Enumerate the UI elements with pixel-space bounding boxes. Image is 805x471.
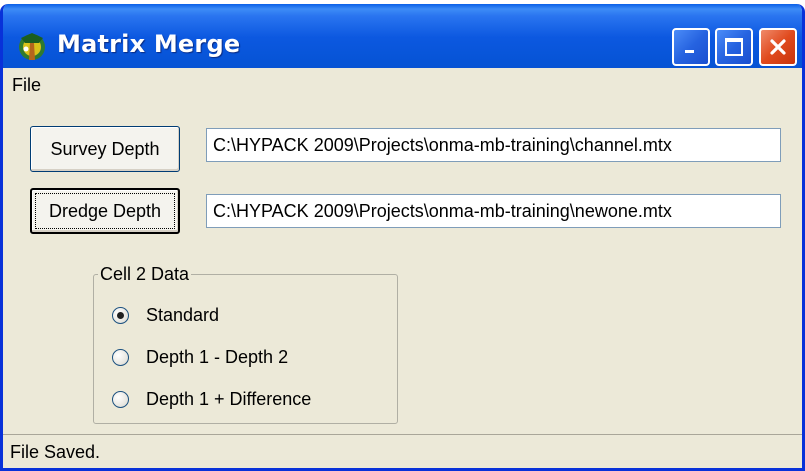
group-title: Cell 2 Data — [98, 264, 192, 285]
minimize-icon — [685, 50, 694, 53]
matrix-merge-window: Matrix Merge File Survey Depth C:\HYPACK… — [0, 4, 805, 471]
window-title: Matrix Merge — [57, 30, 241, 58]
minimize-button[interactable] — [672, 28, 710, 66]
cell-2-data-group: Cell 2 Data Standard Depth 1 - Depth 2 D… — [93, 264, 398, 424]
radio-standard-label: Standard — [146, 305, 220, 325]
radio-standard[interactable]: Standard — [112, 305, 219, 326]
radio-button[interactable] — [112, 391, 129, 408]
survey-depth-path-field[interactable]: C:\HYPACK 2009\Projects\onma-mb-training… — [206, 128, 781, 162]
maximize-button[interactable] — [715, 28, 753, 66]
menu-bar: File — [3, 68, 802, 100]
radio-depth1-minus-depth2[interactable]: Depth 1 - Depth 2 — [112, 347, 288, 368]
maximize-icon — [725, 38, 743, 56]
survey-depth-button-label: Survey Depth — [50, 138, 160, 159]
dredge-depth-path-field[interactable]: C:\HYPACK 2009\Projects\onma-mb-training… — [206, 194, 781, 228]
close-icon — [770, 39, 786, 55]
radio-button[interactable] — [112, 307, 129, 324]
focus-ring — [35, 193, 175, 229]
close-button[interactable] — [759, 28, 797, 66]
radio-depth1-plus-difference[interactable]: Depth 1 + Difference — [112, 389, 311, 410]
radio-selected-dot — [117, 312, 124, 319]
survey-depth-button[interactable]: Survey Depth — [30, 126, 180, 172]
hypack-app-icon — [19, 33, 45, 60]
status-text: File Saved. — [10, 442, 101, 462]
menu-file[interactable]: File — [12, 75, 41, 96]
radio-button[interactable] — [112, 349, 129, 366]
radio-depth1-minus-depth2-label: Depth 1 - Depth 2 — [146, 347, 289, 367]
status-bar: File Saved. — [3, 434, 802, 468]
radio-depth1-plus-difference-label: Depth 1 + Difference — [146, 389, 312, 409]
dredge-depth-button[interactable]: Dredge Depth — [30, 188, 180, 234]
